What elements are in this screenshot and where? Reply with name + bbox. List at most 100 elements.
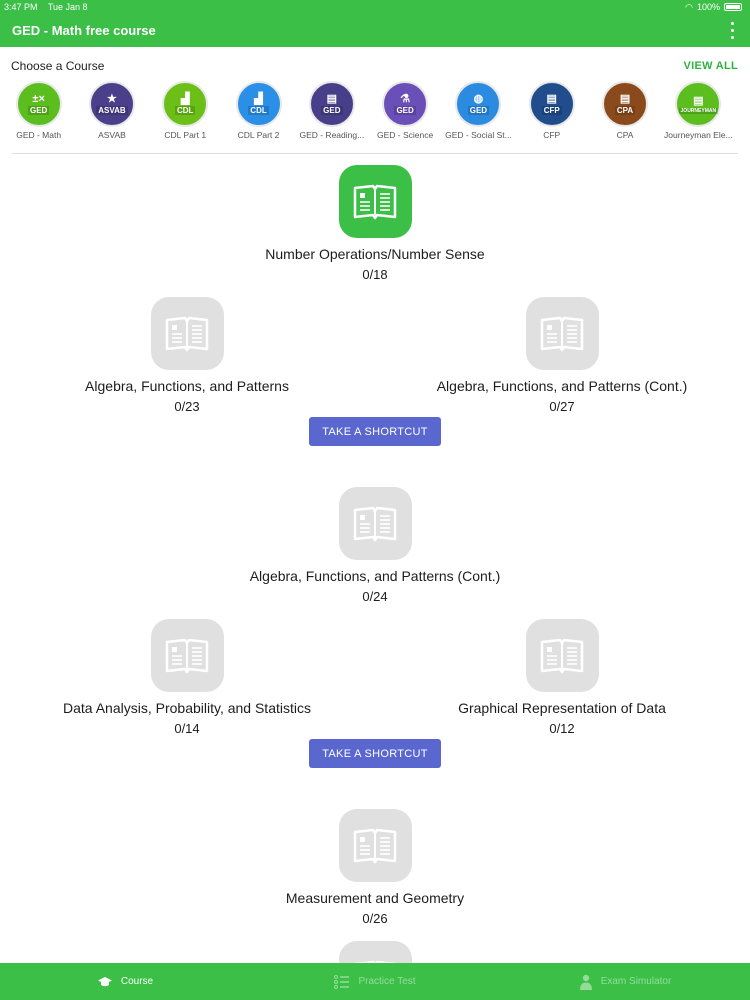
tab-practice-test[interactable]: Practice Test [250, 963, 500, 1000]
course-label: GED - Reading... [299, 130, 365, 140]
battery-percent: 100% [696, 2, 720, 12]
chooser-title: Choose a Course [11, 59, 105, 73]
page-title: GED - Math free course [12, 23, 156, 38]
list-icon [334, 974, 350, 990]
path-node[interactable]: Data Analysis, Probability, and Statisti… [37, 619, 337, 736]
course-abbr: CFP [541, 106, 562, 115]
course-glyph: ±× [32, 93, 45, 105]
path-node[interactable]: Algebra, Functions, and Patterns 0/23 [37, 297, 337, 414]
course-item[interactable]: ▟ CDL CDL Part 2 [222, 81, 295, 140]
tab-label: Exam Simulator [600, 976, 672, 987]
course-glyph: ▤ [546, 93, 557, 105]
book-icon [338, 941, 412, 963]
divider [12, 153, 738, 154]
course-label: GED - Social St... [445, 130, 512, 140]
path-node[interactable]: Algebra, Functions, and Patterns (Cont.)… [225, 487, 525, 604]
course-label: Journeyman Ele... [664, 130, 733, 140]
course-badge-icon: ▤ JOURNEYMAN [675, 81, 722, 127]
course-badge-icon: ★ ASVAB [88, 81, 135, 127]
course-item[interactable]: ▤ CPA CPA [588, 81, 661, 140]
course-glyph: ▤ [693, 94, 704, 107]
course-abbr: GED [467, 106, 490, 115]
course-item[interactable]: ◍ GED GED - Social St... [442, 81, 515, 140]
course-item[interactable]: ★ ASVAB ASVAB [75, 81, 148, 140]
course-label: ASVAB [98, 130, 126, 140]
book-icon [150, 297, 224, 370]
node-title: Algebra, Functions, and Patterns (Cont.) [249, 568, 501, 584]
book-icon [338, 809, 412, 882]
status-date: Tue Jan 8 [47, 2, 88, 12]
learning-path: Number Operations/Number Sense 0/18 Algeb… [0, 155, 750, 963]
course-glyph: ◍ [473, 93, 484, 105]
course-badge-icon: ▟ CDL [235, 81, 282, 127]
node-title: Graphical Representation of Data [458, 700, 666, 716]
app-root: 3:47 PM Tue Jan 8 ◠ 100% GED - Math free… [0, 0, 750, 1000]
wifi-icon: ◠ [685, 1, 693, 12]
tab-label: Course [120, 976, 154, 987]
tab-exam-simulator[interactable]: Exam Simulator [500, 963, 750, 1000]
tab-course[interactable]: Course [0, 963, 250, 1000]
course-glyph: ▤ [619, 93, 631, 105]
course-badge-icon: ◍ GED [455, 81, 502, 127]
battery-icon [724, 3, 742, 11]
course-label: CDL Part 2 [237, 130, 280, 140]
node-title: Data Analysis, Probability, and Statisti… [63, 700, 311, 716]
bottom-tab-bar: Course Practice Test Exam Simulator [0, 963, 750, 1000]
course-item[interactable]: ±× GED GED - Math [2, 81, 75, 140]
course-glyph: ▤ [326, 93, 338, 105]
course-chooser: Choose a Course VIEW ALL ±× GED GED - Math… [0, 47, 750, 155]
take-shortcut-button[interactable]: TAKE A SHORTCUT [309, 739, 441, 768]
course-abbr: GED [27, 106, 50, 115]
graduation-cap-icon [97, 976, 113, 988]
course-glyph: ⚗ [400, 93, 411, 105]
course-item[interactable]: ▤ CFP CFP [515, 81, 588, 140]
course-item[interactable]: ▤ GED GED - Reading... [295, 81, 368, 140]
view-all-link[interactable]: VIEW ALL [683, 60, 738, 72]
node-progress-count: 0/24 [362, 589, 388, 604]
node-title: Number Operations/Number Sense [265, 246, 485, 262]
course-badge-icon: ▤ CPA [602, 81, 649, 127]
path-node[interactable]: Measurement and Geometry 0/26 [225, 809, 525, 926]
course-label: CDL Part 1 [164, 130, 207, 140]
node-progress-count: 0/23 [174, 399, 200, 414]
course-glyph: ▟ [181, 93, 190, 105]
course-abbr: GED [394, 106, 416, 115]
book-icon [338, 165, 412, 238]
path-node[interactable]: Graphical Representation of Data 0/12 [412, 619, 712, 736]
path-node[interactable]: Algebra, Functions, and Patterns (Cont.)… [412, 297, 712, 414]
course-badge-icon: ±× GED [15, 81, 62, 127]
course-badge-icon: ⚗ GED [382, 81, 429, 127]
course-abbr: CPA [614, 106, 636, 115]
node-title: Algebra, Functions, and Patterns (Cont.) [436, 378, 688, 394]
course-badge-icon: ▟ CDL [162, 81, 209, 127]
book-icon [525, 619, 599, 692]
status-time: 3:47 PM [4, 2, 38, 12]
course-abbr: CDL [248, 106, 269, 115]
node-title: Measurement and Geometry [285, 890, 465, 906]
course-abbr: CDL [175, 106, 196, 115]
more-options-icon[interactable] [726, 21, 738, 41]
node-progress-count: 0/26 [362, 911, 388, 926]
course-badge-icon: ▤ CFP [528, 81, 575, 127]
course-abbr: GED [321, 106, 343, 115]
book-icon [150, 619, 224, 692]
course-abbr: ASVAB [96, 106, 128, 115]
course-item[interactable]: ▤ JOURNEYMAN Journeyman Ele... [662, 81, 735, 140]
node-title: Algebra, Functions, and Patterns [85, 378, 289, 394]
node-progress-count: 0/12 [549, 721, 575, 736]
course-list: ±× GED GED - Math ★ ASVAB ASVAB ▟ CDL CDL Part 1… [0, 81, 750, 140]
course-item[interactable]: ▟ CDL CDL Part 1 [149, 81, 222, 140]
book-icon [525, 297, 599, 370]
path-node-partial[interactable] [225, 941, 525, 963]
course-item[interactable]: ⚗ GED GED - Science [368, 81, 441, 140]
course-abbr: JOURNEYMAN [678, 107, 719, 114]
book-icon [338, 487, 412, 560]
take-shortcut-button[interactable]: TAKE A SHORTCUT [309, 417, 441, 446]
course-glyph: ★ [107, 93, 117, 105]
course-badge-icon: ▤ GED [308, 81, 355, 127]
course-glyph: ▟ [254, 93, 263, 105]
tab-label: Practice Test [358, 976, 416, 987]
course-label: CPA [616, 130, 634, 140]
path-node[interactable]: Number Operations/Number Sense 0/18 [225, 165, 525, 282]
course-label: GED - Science [377, 130, 434, 140]
